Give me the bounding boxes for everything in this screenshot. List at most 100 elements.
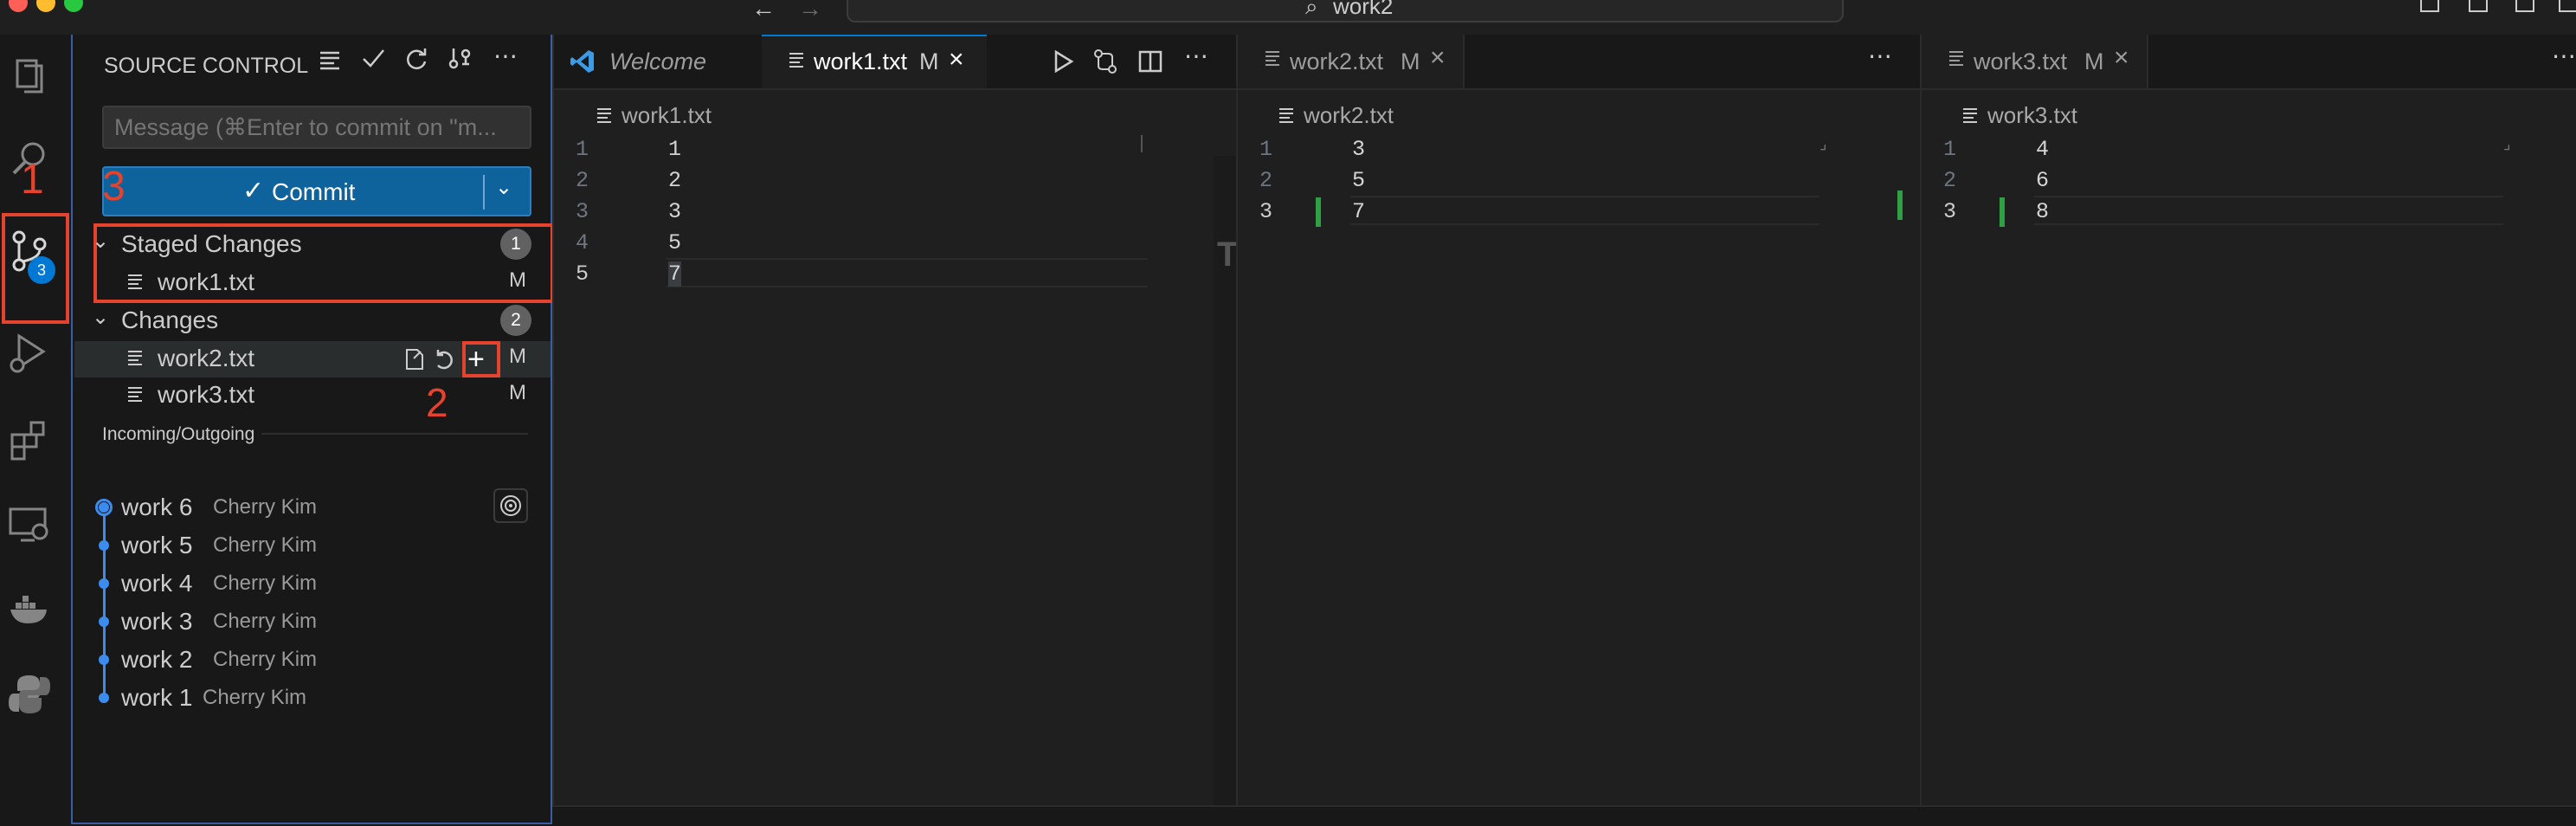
- sidebar-title: SOURCE CONTROL: [104, 54, 309, 78]
- commit-message: work 2: [121, 646, 193, 673]
- commit-message: work 6: [121, 494, 193, 520]
- tab-bar: work3.txt M × ⋯: [1922, 35, 2576, 90]
- more-actions-icon[interactable]: ⋯: [493, 42, 518, 70]
- customize-layout-icon[interactable]: [2559, 0, 2576, 12]
- run-debug-icon[interactable]: [5, 329, 54, 378]
- commit-dot: [99, 616, 109, 627]
- maximize-window-button[interactable]: [64, 0, 83, 12]
- commit-message: work 3: [121, 608, 193, 635]
- close-tab-icon[interactable]: ×: [949, 45, 964, 74]
- close-tab-icon[interactable]: ×: [1430, 43, 1446, 73]
- open-file-icon[interactable]: [402, 346, 428, 372]
- changes-file-row-hover[interactable]: work2.txt + M: [74, 341, 551, 378]
- annotation-number-3: 3: [102, 164, 126, 210]
- commit-author: Cherry Kim: [213, 571, 318, 595]
- code-line[interactable]: 8: [2036, 199, 2049, 224]
- breadcrumb[interactable]: work3.txt: [1987, 102, 2077, 129]
- commit-check-glyph: ✓: [242, 177, 265, 205]
- discard-changes-icon[interactable]: [431, 346, 455, 372]
- explorer-icon[interactable]: [5, 52, 54, 100]
- extensions-icon[interactable]: [5, 416, 54, 464]
- line-number: 3: [575, 199, 589, 224]
- tab-work3[interactable]: work3.txt M ×: [1922, 35, 2148, 88]
- commit-button[interactable]: ✓ Commit ⌄: [102, 166, 531, 216]
- code-line[interactable]: 3: [1352, 137, 1365, 162]
- tab-status: M: [919, 48, 939, 74]
- bottom-panel-edge: [552, 805, 2576, 826]
- commit-row[interactable]: work 1 Cherry Kim: [92, 682, 481, 717]
- file-lines-icon: [1264, 48, 1281, 68]
- code-line[interactable]: 2: [668, 168, 681, 193]
- close-window-button[interactable]: [9, 0, 28, 12]
- more-actions-icon[interactable]: ⋯: [2552, 42, 2576, 70]
- code-line[interactable]: 6: [2036, 168, 2049, 193]
- commit-dropdown-chevron-icon[interactable]: ⌄: [495, 175, 512, 200]
- code-line[interactable]: 5: [668, 230, 681, 255]
- command-center-search[interactable]: ⌕ work2: [847, 0, 1844, 23]
- editor-group-1: Welcome work1.txt M × ⋯ work1.txt 1 2 3 …: [552, 35, 1238, 824]
- search-icon: ⌕: [1305, 0, 1318, 19]
- changes-label: Changes: [121, 307, 219, 333]
- back-arrow-icon[interactable]: ←: [751, 0, 776, 23]
- line-number: 4: [575, 230, 589, 255]
- commit-message-input[interactable]: [102, 106, 531, 149]
- stage-changes-plus-icon[interactable]: +: [467, 345, 485, 374]
- minimap-change-indicator: [1897, 190, 1903, 220]
- close-tab-icon[interactable]: ×: [2114, 43, 2129, 73]
- staged-changes-header[interactable]: ⌄ Staged Changes 1: [92, 229, 533, 263]
- split-editor-icon[interactable]: [1137, 48, 1163, 74]
- tab-work1[interactable]: work1.txt M ×: [762, 35, 987, 88]
- more-actions-icon[interactable]: ⋯: [1184, 42, 1208, 70]
- commit-author: Cherry Kim: [213, 610, 318, 633]
- code-line[interactable]: 5: [1352, 168, 1365, 193]
- changed-file-status: M: [509, 381, 526, 404]
- more-actions-icon[interactable]: ⋯: [1868, 42, 1892, 70]
- commit-dot: [99, 502, 109, 513]
- code-line[interactable]: 7: [1352, 199, 1365, 224]
- target-icon[interactable]: [493, 488, 528, 523]
- remote-explorer-icon[interactable]: [5, 500, 54, 549]
- current-line-highlight: [2034, 196, 2503, 225]
- refresh-icon[interactable]: [403, 45, 429, 71]
- run-icon[interactable]: [1051, 48, 1075, 74]
- breadcrumb[interactable]: work1.txt: [621, 102, 712, 129]
- toggle-secondary-sidebar-icon[interactable]: [2515, 0, 2534, 12]
- docker-icon[interactable]: [5, 585, 54, 634]
- code-line[interactable]: 7: [668, 261, 682, 287]
- staged-file-row[interactable]: work1.txt M: [92, 267, 533, 301]
- commit-check-icon[interactable]: [360, 45, 386, 71]
- code-line[interactable]: 1: [668, 137, 681, 162]
- file-lines-icon: [1278, 106, 1295, 125]
- tab-work2[interactable]: work2.txt M ×: [1238, 35, 1465, 88]
- source-control-sidebar: SOURCE CONTROL ⋯ ✓ Commit ⌄ 3 ⌄ Staged C…: [71, 35, 554, 824]
- tab-status: M: [1401, 48, 1420, 74]
- ruler-mark: [1141, 135, 1143, 152]
- breadcrumb[interactable]: work2.txt: [1304, 102, 1394, 129]
- view-as-tree-icon[interactable]: [317, 47, 343, 73]
- file-lines-icon: [126, 272, 145, 291]
- ruler-mark: ⌟: [1819, 135, 1827, 152]
- commit-author: Cherry Kim: [203, 686, 307, 709]
- changes-header[interactable]: ⌄ Changes 2: [92, 305, 533, 339]
- code-line[interactable]: 3: [668, 199, 681, 224]
- changes-file-row[interactable]: work3.txt M: [92, 379, 533, 414]
- code-line[interactable]: 4: [2036, 137, 2049, 162]
- line-number: 1: [1259, 137, 1272, 162]
- commit-row[interactable]: work 2 Cherry Kim: [92, 644, 481, 679]
- tab-status: M: [2084, 48, 2104, 74]
- forward-arrow-icon[interactable]: →: [798, 0, 822, 23]
- toggle-primary-sidebar-icon[interactable]: [2420, 0, 2439, 12]
- current-line-highlight: [667, 258, 1148, 287]
- line-number: 5: [575, 261, 589, 287]
- tab-welcome[interactable]: Welcome: [554, 35, 762, 88]
- open-changes-icon[interactable]: [1092, 48, 1118, 74]
- commit-row[interactable]: work 5 Cherry Kim: [92, 530, 481, 565]
- commit-row[interactable]: work 3 Cherry Kim: [92, 606, 481, 641]
- command-center-text: work2: [1333, 0, 1394, 19]
- commit-row[interactable]: work 6 Cherry Kim: [92, 492, 481, 526]
- python-icon[interactable]: [5, 670, 54, 719]
- graph-branch-icon[interactable]: [447, 45, 473, 71]
- commit-row[interactable]: work 4 Cherry Kim: [92, 568, 481, 603]
- minimize-window-button[interactable]: [36, 0, 55, 12]
- toggle-panel-icon[interactable]: [2469, 0, 2488, 12]
